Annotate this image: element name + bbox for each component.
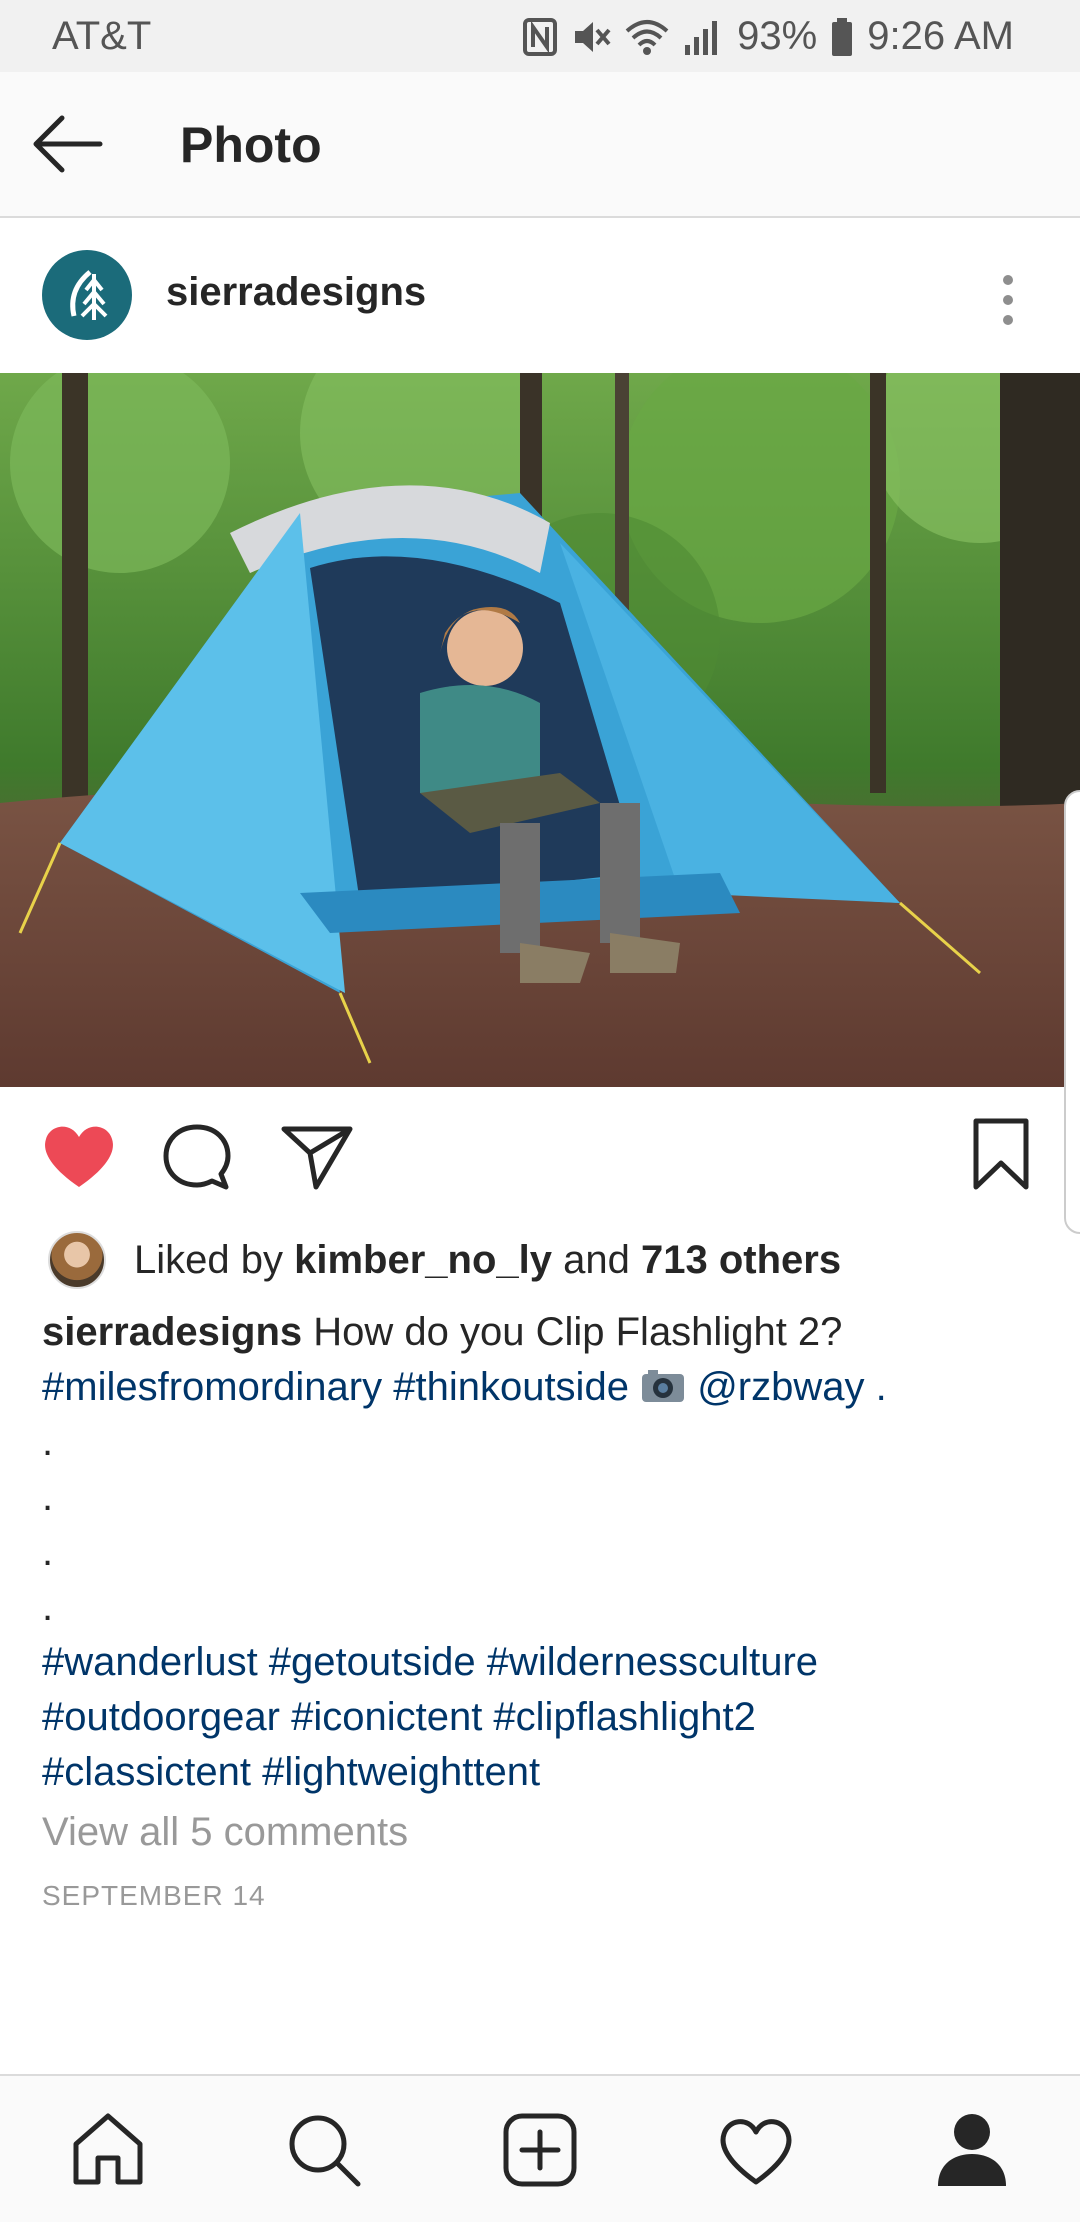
caption-text: How do you Clip Flashlight 2? [302, 1310, 843, 1354]
signal-icon [685, 20, 718, 55]
caption-hashtags-line[interactable]: #wanderlust #getoutside #wildernesscultu… [42, 1635, 1042, 1690]
caption-username[interactable]: sierradesigns [42, 1310, 302, 1354]
liker-username[interactable]: kimber_no_ly [294, 1238, 552, 1282]
bottom-navigation [0, 2074, 1080, 2222]
like-heart-icon[interactable] [40, 1119, 118, 1191]
carrier-label: AT&T [52, 14, 152, 58]
home-icon[interactable] [68, 2110, 148, 2190]
share-icon[interactable] [280, 1121, 354, 1193]
sierra-logo-icon [70, 270, 108, 320]
profile-icon[interactable] [932, 2110, 1012, 2190]
wifi-icon [625, 19, 669, 55]
caption-dot: . [42, 1585, 54, 1629]
liker-avatar[interactable] [48, 1231, 106, 1289]
camera-emoji-icon [642, 1370, 685, 1402]
caption-period: . [864, 1365, 887, 1409]
clock: 9:26 AM [867, 14, 1014, 58]
view-all-comments-link[interactable]: View all 5 comments [42, 1810, 408, 1855]
save-bookmark-icon[interactable] [970, 1117, 1032, 1193]
caption-hashtags-line[interactable]: #outdoorgear #iconictent #clipflashlight… [42, 1690, 1042, 1745]
likes-summary[interactable]: Liked by kimber_no_ly and 713 others [134, 1238, 841, 1283]
nfc-icon [523, 17, 558, 56]
activity-heart-icon[interactable] [716, 2110, 796, 2190]
post-caption: sierradesigns How do you Clip Flashlight… [42, 1305, 1042, 1800]
search-icon[interactable] [284, 2110, 364, 2190]
caption-mention[interactable]: @rzbway [697, 1365, 864, 1409]
tent-photo-illustration [0, 373, 1080, 1087]
likes-row[interactable]: Liked by kimber_no_ly and 713 others [48, 1230, 841, 1290]
caption-dot: . [42, 1530, 54, 1574]
likes-others-count[interactable]: 713 others [641, 1238, 841, 1282]
post-header: sierradesigns [0, 218, 1080, 372]
status-bar: AT&T 93% 9:26 AM [0, 0, 1080, 72]
likes-middle: and [552, 1237, 641, 1282]
likes-prefix: Liked by [134, 1237, 295, 1282]
post-username[interactable]: sierradesigns [166, 270, 426, 315]
back-arrow-icon[interactable] [26, 108, 110, 180]
post-date: SEPTEMBER 14 [42, 1880, 266, 1911]
caption-hashtags-line[interactable]: #classictent #lightweighttent [42, 1745, 1042, 1800]
caption-dot: . [42, 1420, 54, 1464]
scroll-handle[interactable] [1064, 790, 1080, 1234]
comment-icon[interactable] [160, 1121, 234, 1193]
top-bar: Photo [0, 72, 1080, 218]
battery-icon [832, 17, 853, 56]
more-options-icon[interactable] [990, 270, 1026, 330]
caption-hashtags[interactable]: #milesfromordinary #thinkoutside [42, 1365, 629, 1409]
status-icons: 93% 9:26 AM [523, 14, 1014, 59]
account-avatar[interactable] [42, 250, 132, 340]
add-post-icon[interactable] [500, 2110, 580, 2190]
post-photo[interactable] [0, 373, 1080, 1087]
page-title: Photo [180, 117, 322, 173]
caption-dot: . [42, 1475, 54, 1519]
post-actions [0, 1087, 1080, 1223]
battery-percent: 93% [737, 14, 818, 58]
mute-icon [575, 21, 611, 52]
